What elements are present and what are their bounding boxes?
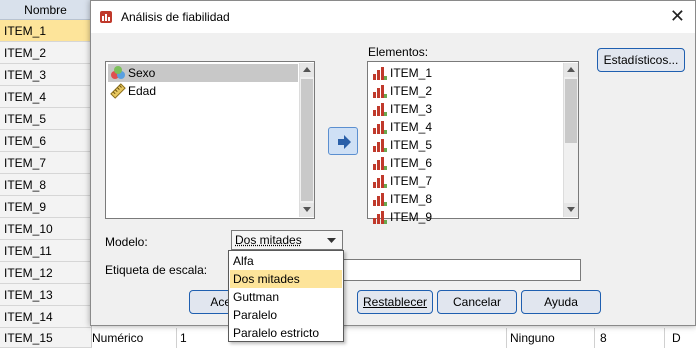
row-name-cell[interactable]: ITEM_1	[0, 20, 92, 42]
row-name-cell[interactable]: ITEM_12	[0, 262, 92, 284]
move-to-elements-button[interactable]	[328, 127, 358, 155]
element-list-item[interactable]: ITEM_1	[370, 64, 560, 82]
model-option-paralelo-estricto[interactable]: Paralelo estricto	[230, 324, 342, 342]
element-label: ITEM_4	[390, 120, 433, 134]
dialog-titlebar[interactable]: Análisis de fiabilidad ✕	[91, 1, 695, 33]
element-list-item[interactable]: ITEM_8	[370, 190, 560, 208]
model-option-paralelo[interactable]: Paralelo	[230, 306, 342, 324]
row-name-cell-15[interactable]: ITEM_15	[0, 328, 92, 348]
nominal-variable-icon	[111, 66, 125, 79]
element-list-item[interactable]: ITEM_7	[370, 172, 560, 190]
scroll-down-button[interactable]	[300, 203, 314, 217]
chevron-down-icon	[303, 207, 311, 212]
column-header-nombre[interactable]: Nombre	[0, 0, 92, 20]
ordinal-variable-icon	[373, 211, 387, 224]
row-name-cell[interactable]: ITEM_5	[0, 108, 92, 130]
element-list-item[interactable]: ITEM_3	[370, 100, 560, 118]
row-name-cell[interactable]: ITEM_10	[0, 218, 92, 240]
reliability-analysis-dialog: Análisis de fiabilidad ✕ Sexo Edad Eleme…	[90, 0, 696, 326]
elements-label: Elementos:	[368, 45, 429, 59]
element-label: ITEM_7	[390, 174, 433, 188]
scale-variable-icon	[110, 83, 126, 99]
element-label: ITEM_9	[390, 210, 433, 224]
row-name-cell[interactable]: ITEM_13	[0, 284, 92, 306]
row-width-cell[interactable]: 1	[180, 328, 187, 348]
list-item-sexo[interactable]: Sexo	[108, 64, 298, 82]
close-icon[interactable]: ✕	[670, 6, 685, 26]
ordinal-variable-icon	[373, 193, 387, 206]
row-name-cell[interactable]: ITEM_14	[0, 306, 92, 328]
source-variable-list[interactable]: Sexo Edad	[105, 61, 315, 219]
row-name-cell[interactable]: ITEM_3	[0, 64, 92, 86]
list-item-edad[interactable]: Edad	[108, 82, 298, 100]
model-option-guttman[interactable]: Guttman	[230, 288, 342, 306]
scale-label: Etiqueta de escala:	[105, 263, 208, 277]
row-align-cell[interactable]: D	[672, 328, 681, 348]
chevron-up-icon	[303, 67, 311, 72]
element-list-item[interactable]: ITEM_6	[370, 154, 560, 172]
row-name-cell[interactable]: ITEM_2	[0, 42, 92, 64]
chevron-up-icon	[567, 67, 575, 72]
element-label: ITEM_8	[390, 192, 433, 206]
model-label: Modelo:	[105, 235, 148, 249]
row-type-cell[interactable]: Numérico	[92, 328, 143, 348]
ordinal-variable-icon	[373, 175, 387, 188]
scroll-down-button[interactable]	[564, 203, 578, 217]
dialog-title: Análisis de fiabilidad	[121, 10, 230, 24]
model-option-alfa[interactable]: Alfa	[230, 252, 342, 270]
row-name-cell[interactable]: ITEM_9	[0, 196, 92, 218]
source-list-scrollbar[interactable]	[299, 63, 314, 217]
chevron-down-icon	[327, 238, 336, 243]
element-label: ITEM_1	[390, 66, 433, 80]
ordinal-variable-icon	[373, 157, 387, 170]
element-label: ITEM_3	[390, 102, 433, 116]
element-list-item[interactable]: ITEM_4	[370, 118, 560, 136]
row-name-cell[interactable]: ITEM_11	[0, 240, 92, 262]
model-select-value: Dos mitades	[235, 233, 302, 247]
element-label: ITEM_2	[390, 84, 433, 98]
statistics-button[interactable]: Estadísticos...	[597, 48, 685, 72]
row-missing-cell[interactable]: Ninguno	[510, 328, 555, 348]
reset-button[interactable]: Restablecer	[357, 290, 433, 314]
scroll-up-button[interactable]	[300, 63, 314, 77]
ordinal-variable-icon	[373, 139, 387, 152]
elements-list-scrollbar[interactable]	[563, 63, 578, 217]
scroll-up-button[interactable]	[564, 63, 578, 77]
row-name-cell[interactable]: ITEM_6	[0, 130, 92, 152]
model-dropdown-list[interactable]: Alfa Dos mitades Guttman Paralelo Parale…	[228, 250, 344, 342]
reset-button-label: Restablecer	[362, 295, 428, 309]
spss-app-icon	[100, 11, 112, 23]
elements-list[interactable]: ITEM_1 ITEM_2 ITEM_3 ITEM_4 ITEM_5 ITEM_6 ITEM…	[367, 61, 579, 224]
model-select[interactable]: Dos mitades	[231, 230, 343, 250]
ordinal-variable-icon	[373, 85, 387, 98]
row-name-cell[interactable]: ITEM_7	[0, 152, 92, 174]
help-button[interactable]: Ayuda	[521, 290, 601, 314]
ordinal-variable-icon	[373, 67, 387, 80]
cancel-button[interactable]: Cancelar	[437, 290, 517, 314]
scroll-thumb[interactable]	[565, 79, 577, 143]
row-name-cell[interactable]: ITEM_4	[0, 86, 92, 108]
element-label: ITEM_5	[390, 138, 433, 152]
ordinal-variable-icon	[373, 103, 387, 116]
chevron-down-icon	[567, 207, 575, 212]
element-label: ITEM_6	[390, 156, 433, 170]
arrow-right-icon	[338, 135, 351, 149]
scroll-thumb[interactable]	[301, 79, 313, 201]
row-name-cell[interactable]: ITEM_8	[0, 174, 92, 196]
element-list-item[interactable]: ITEM_9	[370, 208, 560, 226]
scale-label-input[interactable]	[341, 259, 581, 281]
ordinal-variable-icon	[373, 121, 387, 134]
row-columns-cell[interactable]: 8	[600, 328, 607, 348]
model-option-dos-mitades[interactable]: Dos mitades	[230, 270, 342, 288]
element-list-item[interactable]: ITEM_2	[370, 82, 560, 100]
element-list-item[interactable]: ITEM_5	[370, 136, 560, 154]
